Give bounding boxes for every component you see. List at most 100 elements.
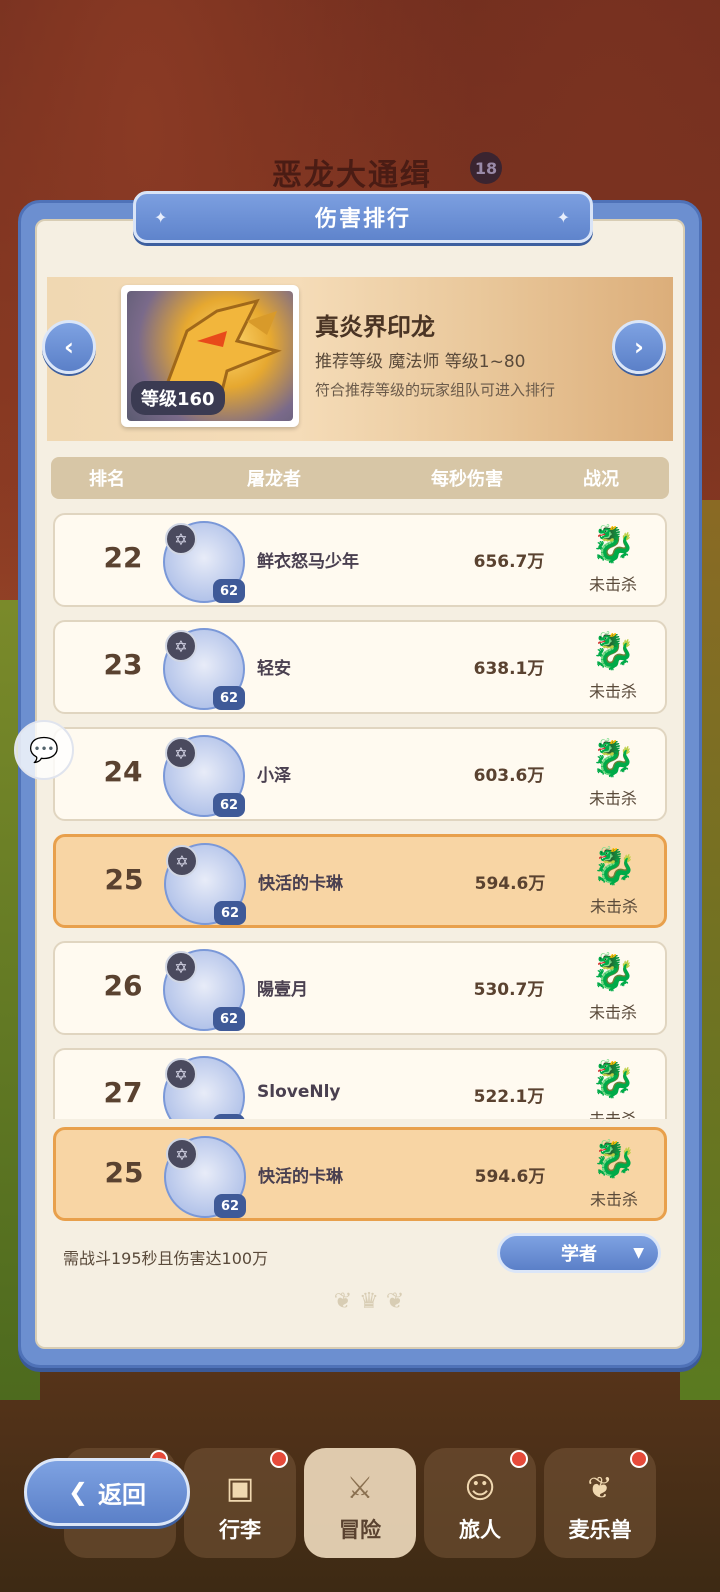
emblem-icon: ✡ xyxy=(165,523,197,555)
emblem-icon: ✡ xyxy=(165,737,197,769)
player-name: 小泽 xyxy=(257,766,291,786)
chevron-left-icon: ‹ xyxy=(64,333,74,361)
row-rank: 25 xyxy=(104,1156,144,1189)
emblem-icon: ✡ xyxy=(165,1058,197,1090)
dragon-status-icon: 🐉 xyxy=(590,738,636,779)
player-name: 陽壹月 xyxy=(257,980,308,1000)
dragon-status-icon: 🐉 xyxy=(590,952,636,993)
ranking-row[interactable]: 27 ✡ 62 SloveNly 522.1万 🐉 未击杀 xyxy=(53,1048,667,1119)
sparkle-icon: ✦ xyxy=(556,208,572,227)
boss-recommendation: 推荐等级 魔法师 等级1~80 xyxy=(315,352,526,372)
dragon-status-icon: 🐉 xyxy=(590,1059,636,1100)
nav-luggage[interactable]: ▣ 行李 xyxy=(184,1448,296,1558)
boss-portrait: 等级160 xyxy=(121,285,299,427)
nav-travelers[interactable]: ☺ 旅人 xyxy=(424,1448,536,1558)
nav-label: 旅人 xyxy=(459,1518,501,1542)
avatar[interactable]: ✡ 62 xyxy=(164,1136,246,1218)
row-rank: 24 xyxy=(103,755,143,788)
boss-note: 符合推荐等级的玩家组队可进入排行 xyxy=(315,381,556,399)
kill-status: 未击杀 xyxy=(588,789,637,808)
column-status: 战况 xyxy=(583,469,619,490)
row-rank: 27 xyxy=(103,1076,143,1109)
emblem-icon: ✡ xyxy=(166,1138,198,1170)
nav-label: 冒险 xyxy=(339,1518,381,1542)
dragon-status-icon: 🐉 xyxy=(591,846,637,887)
ranking-row-highlighted[interactable]: 25 ✡ 62 快活的卡琳 594.6万 🐉 未击杀 xyxy=(53,834,667,928)
avatar-level: 62 xyxy=(214,1194,246,1218)
player-name: 鲜衣怒马少年 xyxy=(257,552,359,572)
person-icon: ☺ xyxy=(464,1471,496,1506)
avatar-level: 62 xyxy=(213,1114,245,1119)
avatar-level: 62 xyxy=(213,686,245,710)
fox-icon: ❦ xyxy=(587,1471,613,1506)
back-label: 返回 xyxy=(98,1480,147,1509)
panel-title-bar: ✦ 伤害排行 ✦ xyxy=(133,191,593,243)
event-title: 恶龙大通缉 xyxy=(272,158,432,193)
chat-bubble-icon: 💬 xyxy=(29,736,59,764)
kill-status: 未击杀 xyxy=(588,1003,637,1022)
dragon-image: 等级160 xyxy=(127,291,293,421)
ranking-requirement: 需战斗195秒且伤害达100万 xyxy=(63,1249,269,1268)
crossed-swords-icon: ⚔ xyxy=(346,1471,374,1506)
player-name: SloveNly xyxy=(257,1082,341,1102)
prev-boss-button[interactable]: ‹ xyxy=(42,320,96,374)
row-rank: 22 xyxy=(103,541,143,574)
ranking-row[interactable]: 24 ✡ 62 小泽 603.6万 🐉 未击杀 xyxy=(53,727,667,821)
ranking-row[interactable]: 22 ✡ 62 鲜衣怒马少年 656.7万 🐉 未击杀 xyxy=(53,513,667,607)
column-rank: 排名 xyxy=(89,469,125,490)
player-name: 轻安 xyxy=(257,659,291,679)
row-rank: 26 xyxy=(103,969,143,1002)
player-dps: 603.6万 xyxy=(473,766,545,786)
back-button[interactable]: ❮ 返回 xyxy=(24,1458,190,1526)
caret-down-icon: ▼ xyxy=(633,1245,644,1261)
player-dps: 522.1万 xyxy=(473,1087,545,1107)
ranking-list[interactable]: 22 ✡ 62 鲜衣怒马少年 656.7万 🐉 未击杀 23 ✡ 62 轻安 638… xyxy=(37,513,683,1119)
avatar[interactable]: ✡ 62 xyxy=(163,521,245,603)
player-dps: 594.6万 xyxy=(474,1167,546,1187)
sparkle-icon: ✦ xyxy=(154,208,170,227)
player-dps: 594.6万 xyxy=(474,874,546,894)
event-badge: 18 xyxy=(470,152,502,184)
nav-pets[interactable]: ❦ 麦乐兽 xyxy=(544,1448,656,1558)
player-dps: 656.7万 xyxy=(473,552,545,572)
avatar[interactable]: ✡ 62 xyxy=(163,1056,245,1119)
ranking-row[interactable]: 23 ✡ 62 轻安 638.1万 🐉 未击杀 xyxy=(53,620,667,714)
kill-status: 未击杀 xyxy=(563,1106,663,1119)
kill-status: 未击杀 xyxy=(589,1190,638,1209)
class-select-dropdown[interactable]: 学者 ▼ xyxy=(497,1233,661,1273)
player-dps: 638.1万 xyxy=(473,659,545,679)
emblem-icon: ✡ xyxy=(165,951,197,983)
ornament-icon: ❦ ♛ ❦ xyxy=(333,1289,405,1314)
nav-adventure[interactable]: ⚔ 冒险 xyxy=(304,1448,416,1558)
avatar[interactable]: ✡ 62 xyxy=(163,735,245,817)
avatar[interactable]: ✡ 62 xyxy=(164,843,246,925)
avatar-level: 62 xyxy=(214,901,246,925)
chest-icon: ▣ xyxy=(225,1471,255,1506)
player-name: 快活的卡琳 xyxy=(258,1167,343,1187)
panel-title: 伤害排行 xyxy=(314,207,411,232)
emblem-icon: ✡ xyxy=(166,845,198,877)
my-ranking-row[interactable]: 25 ✡ 62 快活的卡琳 594.6万 🐉 未击杀 xyxy=(53,1127,667,1221)
boss-name: 真炎界印龙 xyxy=(315,313,435,341)
class-select-value: 学者 xyxy=(561,1244,597,1265)
avatar-level: 62 xyxy=(213,1007,245,1031)
avatar[interactable]: ✡ 62 xyxy=(163,628,245,710)
ranking-row[interactable]: 26 ✡ 62 陽壹月 530.7万 🐉 未击杀 xyxy=(53,941,667,1035)
column-dps: 每秒伤害 xyxy=(431,469,503,490)
next-boss-button[interactable]: › xyxy=(612,320,666,374)
avatar-level: 62 xyxy=(213,793,245,817)
panel-content: 等级160 真炎界印龙 推荐等级 魔法师 等级1~80 符合推荐等级的玩家组队可… xyxy=(35,219,685,1349)
nav-label: 麦乐兽 xyxy=(568,1518,632,1542)
dragon-status-icon: 🐉 xyxy=(591,1139,637,1180)
dragon-status-icon: 🐉 xyxy=(590,524,636,565)
notification-dot xyxy=(630,1450,648,1468)
avatar[interactable]: ✡ 62 xyxy=(163,949,245,1031)
row-rank: 25 xyxy=(104,863,144,896)
chat-button[interactable]: 💬 xyxy=(14,720,74,780)
dragon-status-icon: 🐉 xyxy=(590,631,636,672)
bottom-nav: ♜ ❮ 返回 ▣ 行李 ⚔ 冒险 ☺ 旅人 ❦ 麦乐兽 xyxy=(0,1400,720,1592)
damage-ranking-panel: ✦ 伤害排行 ✦ 等级160 真炎界印龙 推荐等级 魔法师 等级1~80 符合推… xyxy=(18,191,702,1368)
avatar-level: 62 xyxy=(213,579,245,603)
row-rank: 23 xyxy=(103,648,143,681)
boss-banner: 等级160 真炎界印龙 推荐等级 魔法师 等级1~80 符合推荐等级的玩家组队可… xyxy=(47,277,673,441)
